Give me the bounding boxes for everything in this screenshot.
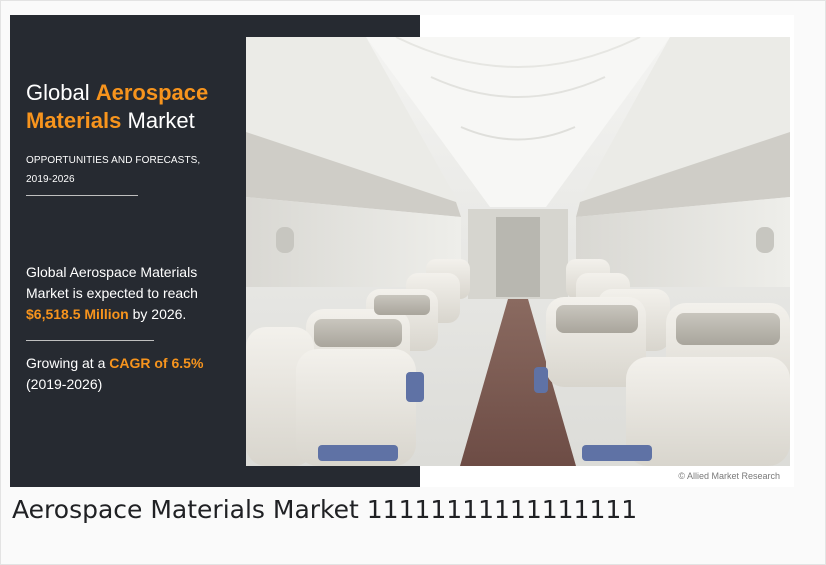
stat2-prefix: Growing at a: [26, 355, 110, 371]
title-text-1: Global: [26, 80, 96, 105]
market-infographic: Global Aerospace Materials Market OPPORT…: [10, 15, 794, 487]
cagr-value: CAGR of 6.5%: [109, 355, 204, 371]
title-divider: [26, 195, 138, 196]
infographic-title: Global Aerospace Materials Market: [26, 79, 266, 135]
stat1-suffix: by 2026.: [128, 306, 187, 322]
subtitle-line-2: 2019-2026: [26, 174, 75, 185]
stat2-period: (2019-2026): [26, 376, 103, 392]
image-caption: Aerospace Materials Market 1111111111111…: [12, 495, 638, 524]
title-accent-2: Materials: [26, 108, 122, 133]
infographic-subtitle: OPPORTUNITIES AND FORECASTS, 2019-2026: [26, 151, 246, 189]
market-value: $6,518.5 Million: [26, 306, 129, 322]
aircraft-cabin-image: [246, 37, 790, 466]
stat1-line-1: Global Aerospace Materials: [26, 264, 198, 280]
copyright-text: © Allied Market Research: [678, 471, 780, 481]
subtitle-line-1: OPPORTUNITIES AND FORECASTS,: [26, 155, 201, 166]
market-size-statement: Global Aerospace Materials Market is exp…: [26, 262, 241, 325]
cagr-statement: Growing at a CAGR of 6.5% (2019-2026): [26, 353, 241, 395]
title-accent-1: Aerospace: [95, 80, 209, 105]
stat1-line-3: $6,518.5 Million by 2026.: [26, 304, 241, 325]
title-text-2: Market: [121, 108, 195, 133]
stat-divider: [26, 340, 154, 341]
stat1-line-2: Market is expected to reach: [26, 285, 198, 301]
stat2-line-1: Growing at a CAGR of 6.5%: [26, 353, 241, 374]
